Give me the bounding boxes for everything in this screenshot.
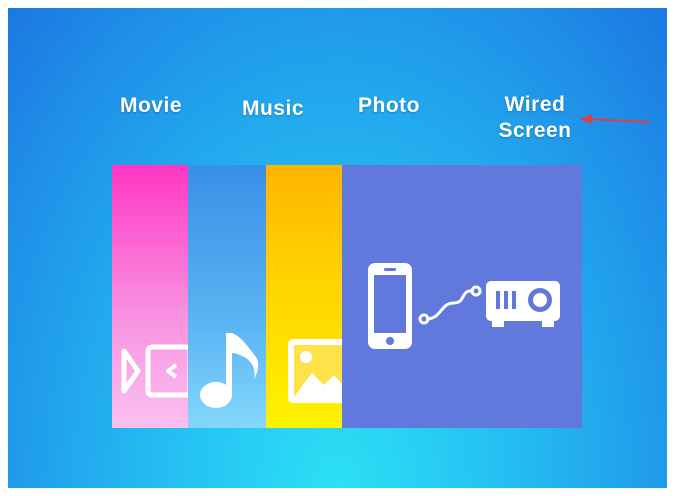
projector-home-screen: Movie Music Photo Wired Screen [8,8,667,488]
pointer-arrow-icon [580,114,651,124]
tile-wired-screen[interactable] [342,165,582,428]
tile-movie[interactable] [112,165,188,428]
menu-label-photo[interactable]: Photo [344,93,434,119]
menu-label-wired-screen[interactable]: Wired Screen [482,92,588,144]
menu-label-movie[interactable]: Movie [106,93,196,119]
menu-label-wired-line1: Wired [504,93,566,116]
video-icon [121,344,188,398]
menu-label-wired-line2: Screen [498,119,572,142]
tile-music[interactable] [188,165,266,428]
phone-to-projector-icon [368,263,560,349]
music-note-icon [200,333,259,408]
tile-photo[interactable] [266,165,342,428]
menu-label-music[interactable]: Music [228,96,318,122]
image-icon [288,339,342,403]
